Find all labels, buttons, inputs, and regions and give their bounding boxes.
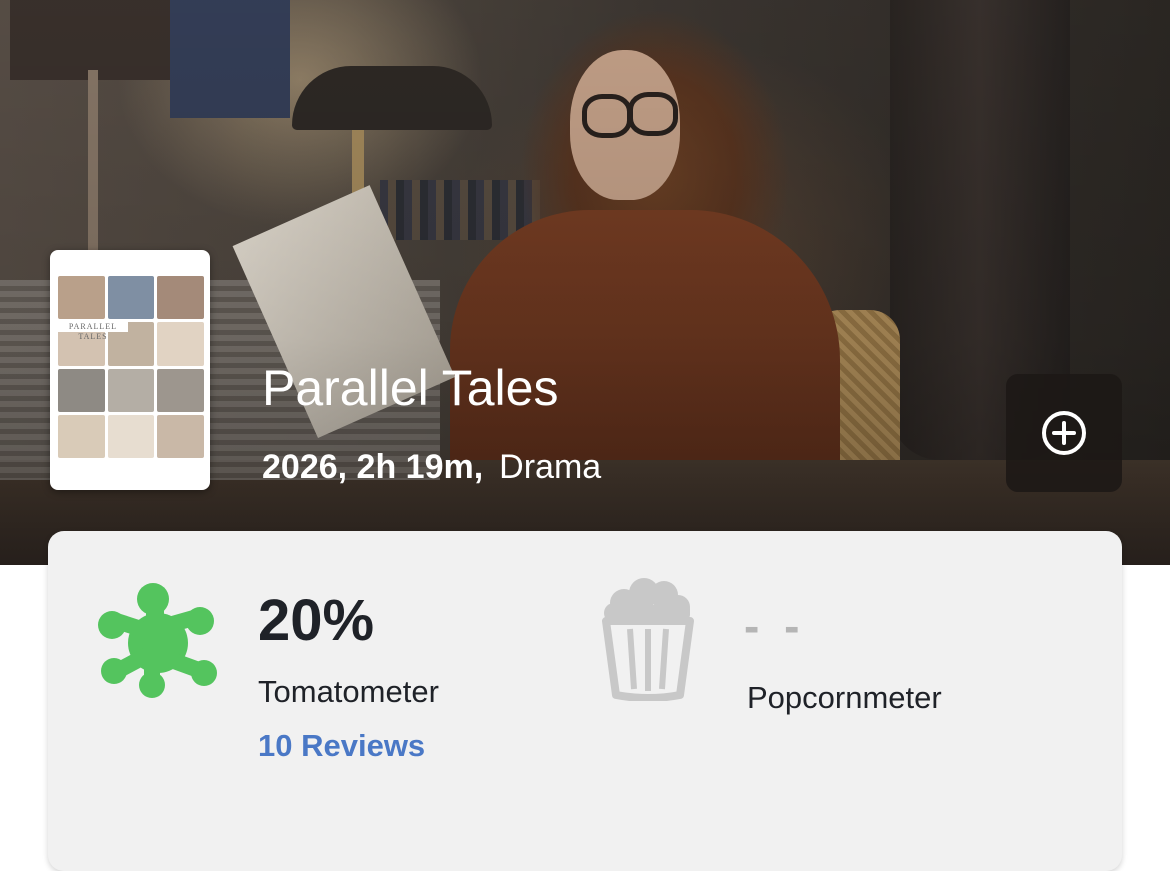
poster-collage	[58, 276, 204, 458]
poster-title-text: PARALLEL TALES	[58, 322, 128, 341]
movie-meta: 2026, 2h 19m, Drama	[262, 446, 601, 488]
tomatometer-score: 20%	[258, 588, 375, 653]
popcornmeter-label: Popcornmeter	[747, 680, 942, 715]
reviews-link[interactable]: 10 Reviews	[258, 728, 425, 764]
poster-collage-cell	[107, 276, 155, 320]
add-to-watchlist-button[interactable]	[1006, 374, 1122, 492]
tomatometer-label: Tomatometer	[258, 674, 439, 709]
popcornmeter-score: - -	[744, 600, 806, 652]
poster-collage-cell	[107, 368, 155, 412]
movie-poster[interactable]: PARALLEL TALES	[50, 250, 210, 490]
poster-collage-cell	[58, 276, 105, 320]
poster-collage-cell	[157, 368, 204, 412]
year-runtime: 2026, 2h 19m,	[262, 448, 484, 486]
popcorn-bucket-icon	[602, 578, 694, 701]
movie-title: Parallel Tales	[262, 360, 559, 416]
genre: Drama	[499, 448, 602, 486]
poster-collage-cell	[58, 368, 105, 412]
poster-collage-cell	[58, 414, 105, 458]
rotten-splat-icon	[98, 583, 217, 698]
scores-card: 20% Tomatometer 10 Reviews - - Popcornme…	[48, 531, 1122, 871]
poster-collage-cell	[157, 414, 204, 458]
poster-collage-cell	[157, 276, 204, 320]
plus-circle-icon	[1042, 411, 1086, 455]
poster-collage-cell	[157, 322, 204, 366]
poster-collage-cell	[107, 414, 155, 458]
